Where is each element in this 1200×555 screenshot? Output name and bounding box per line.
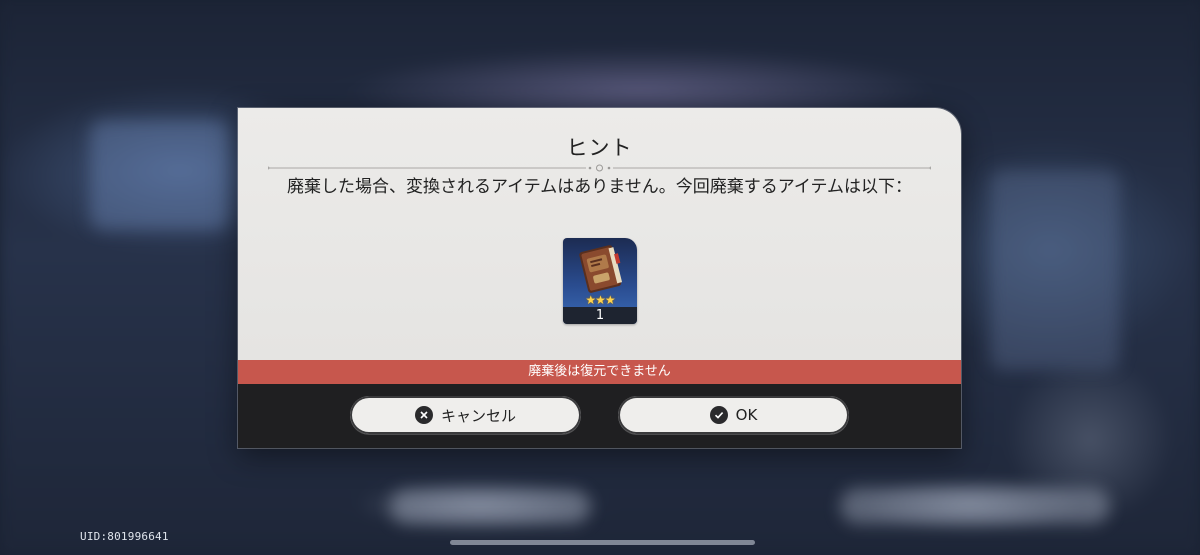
close-icon xyxy=(414,406,433,424)
discard-confirm-dialog: ヒント 廃棄した場合、変換されるアイテムはありません。今回廃棄するアイテムは以下… xyxy=(238,108,961,448)
cancel-button[interactable]: キャンセル xyxy=(350,396,581,434)
cancel-button-label: キャンセル xyxy=(440,406,516,425)
ok-button[interactable]: OK xyxy=(618,396,849,434)
user-id-label: UID:801996641 xyxy=(80,530,169,543)
warning-banner: 廃棄後は復元できません xyxy=(238,360,961,384)
dialog-title: ヒント xyxy=(566,136,633,160)
dialog-body: ヒント 廃棄した場合、変換されるアイテムはありません。今回廃棄するアイテムは以下… xyxy=(238,108,961,360)
rarity-stars: ★★★ xyxy=(585,293,615,307)
item-card[interactable]: ★★★ 1 xyxy=(563,238,637,324)
ok-button-label: OK xyxy=(735,406,758,424)
background-panel-right xyxy=(990,170,1120,370)
title-divider xyxy=(268,164,931,172)
background-button-right xyxy=(840,488,1110,524)
background-button-left xyxy=(390,490,590,524)
item-count: 1 xyxy=(563,307,637,324)
dialog-message: 廃棄した場合、変換されるアイテムはありません。今回廃棄するアイテムは以下： xyxy=(286,177,913,197)
check-icon xyxy=(709,406,728,424)
home-indicator[interactable] xyxy=(450,540,755,545)
background-panel-left xyxy=(90,120,230,230)
button-bar: キャンセル OK xyxy=(238,384,961,448)
